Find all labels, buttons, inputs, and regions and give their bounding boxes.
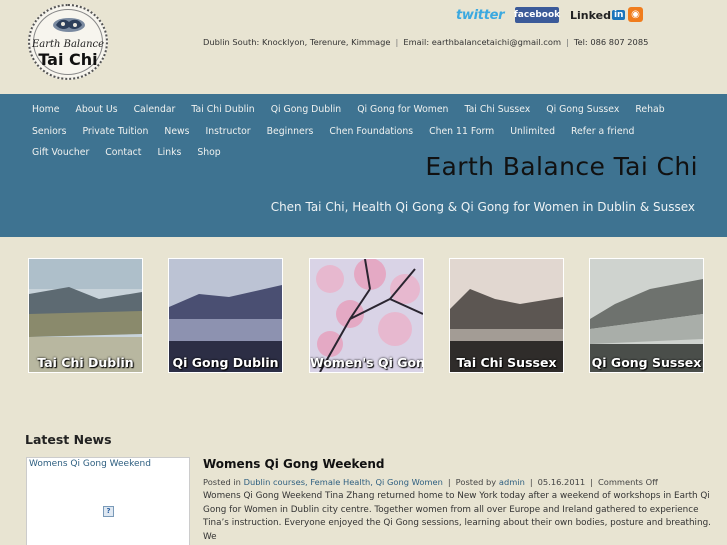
divider: | (447, 477, 451, 487)
divider: | (395, 37, 399, 47)
news-thumbnail[interactable]: Womens Qi Gong Weekend ? (26, 457, 190, 545)
nav-item-chen-foundations[interactable]: Chen Foundations (329, 124, 413, 141)
nav-item-qi-gong-dublin[interactable]: Qi Gong Dublin (271, 102, 342, 119)
post-comments: Comments Off (597, 477, 658, 487)
contact-bar: Dublin South: Knocklyon, Terenure, Kimma… (203, 37, 648, 47)
nav-item-private-tuition[interactable]: Private Tuition (82, 124, 148, 141)
post-title[interactable]: Womens Qi Gong Weekend (203, 457, 384, 471)
tile-tai-chi-dublin[interactable]: Tai Chi Dublin (28, 258, 143, 373)
latest-news-heading: Latest News (25, 432, 112, 447)
divider: | (566, 37, 569, 47)
divider: | (529, 477, 533, 487)
logo-text-top: Earth Balance (31, 39, 105, 50)
tile-tai-chi-sussex[interactable]: Tai Chi Sussex (449, 258, 564, 373)
post-author[interactable]: admin (499, 477, 525, 487)
nav-item-beginners[interactable]: Beginners (267, 124, 314, 141)
site-logo[interactable]: Earth Balance Tai Chi (28, 4, 108, 80)
nav-item-gift-voucher[interactable]: Gift Voucher (32, 145, 89, 162)
nav-item-home[interactable]: Home (32, 102, 59, 119)
nav-item-qi-gong-for-women[interactable]: Qi Gong for Women (357, 102, 448, 119)
linkedin-icon[interactable]: Linked in (570, 7, 626, 23)
nav-item-links[interactable]: Links (157, 145, 181, 162)
tile-label: Qi Gong Dublin (172, 355, 279, 370)
nav-item-unlimited[interactable]: Unlimited (510, 124, 555, 141)
tile-label: Tai Chi Sussex (456, 355, 557, 370)
nav-item-instructor[interactable]: Instructor (206, 124, 251, 141)
broken-image-icon: ? (103, 506, 114, 517)
site-title: Earth Balance Tai Chi (425, 152, 698, 181)
post-meta: Posted in Dublin courses, Female Health,… (203, 477, 658, 487)
facebook-icon[interactable]: facebook (514, 7, 560, 23)
nav-item-chen-11-form[interactable]: Chen 11 Form (429, 124, 494, 141)
divider: | (590, 477, 593, 487)
contact-phone: Tel: 086 807 2085 (573, 37, 649, 47)
linkedin-text: Linked (570, 8, 611, 22)
nav-item-shop[interactable]: Shop (197, 145, 220, 162)
rss-icon[interactable]: ◉ (628, 7, 643, 22)
tile-label: Women's Qi Gong (310, 355, 424, 370)
thumb-caption[interactable]: Womens Qi Gong Weekend (29, 459, 151, 469)
nav-item-qi-gong-sussex[interactable]: Qi Gong Sussex (546, 102, 619, 119)
nav-item-contact[interactable]: Contact (105, 145, 141, 162)
contact-email[interactable]: Email: earthbalancetaichi@gmail.com (403, 37, 561, 47)
tile-qi-gong-dublin[interactable]: Qi Gong Dublin (168, 258, 283, 373)
posted-in-label: Posted in (203, 477, 241, 487)
nav-item-news[interactable]: News (164, 124, 189, 141)
nav-item-rehab[interactable]: Rehab (635, 102, 664, 119)
nav-item-about-us[interactable]: About Us (75, 102, 117, 119)
logo-text-main: Tai Chi (38, 50, 98, 69)
site-header: Earth Balance Tai Chi twitter facebook L… (0, 0, 727, 94)
category-tiles: Tai Chi Dublin Qi Gong Dublin Women's Qi… (0, 258, 727, 374)
tile-label: Tai Chi Dublin (37, 355, 134, 370)
nav-item-tai-chi-sussex[interactable]: Tai Chi Sussex (464, 102, 530, 119)
hero-banner: Home About Us Calendar Tai Chi Dublin Qi Gon… (0, 94, 727, 237)
post-date: 05.16.2011 (537, 477, 586, 487)
tile-label: Qi Gong Sussex (591, 355, 702, 370)
logo-yin-yang-art (53, 18, 85, 32)
posted-by-label: Posted by (455, 477, 497, 487)
contact-location: Dublin South: Knocklyon, Terenure, Kimma… (203, 37, 391, 47)
post-excerpt: Womens Qi Gong Weekend Tina Zhang return… (203, 491, 711, 542)
site-tagline: Chen Tai Chi, Health Qi Gong & Qi Gong f… (270, 200, 695, 214)
nav-item-seniors[interactable]: Seniors (32, 124, 66, 141)
nav-item-calendar[interactable]: Calendar (134, 102, 176, 119)
tile-qi-gong-sussex[interactable]: Qi Gong Sussex (589, 258, 704, 373)
tile-womens-qi-gong[interactable]: Women's Qi Gong (309, 258, 424, 373)
nav-item-tai-chi-dublin[interactable]: Tai Chi Dublin (191, 102, 254, 119)
linkedin-badge: in (611, 10, 626, 20)
nav-item-refer-a-friend[interactable]: Refer a friend (571, 124, 634, 141)
post-categories[interactable]: Dublin courses, Female Health, Qi Gong W… (244, 477, 443, 487)
